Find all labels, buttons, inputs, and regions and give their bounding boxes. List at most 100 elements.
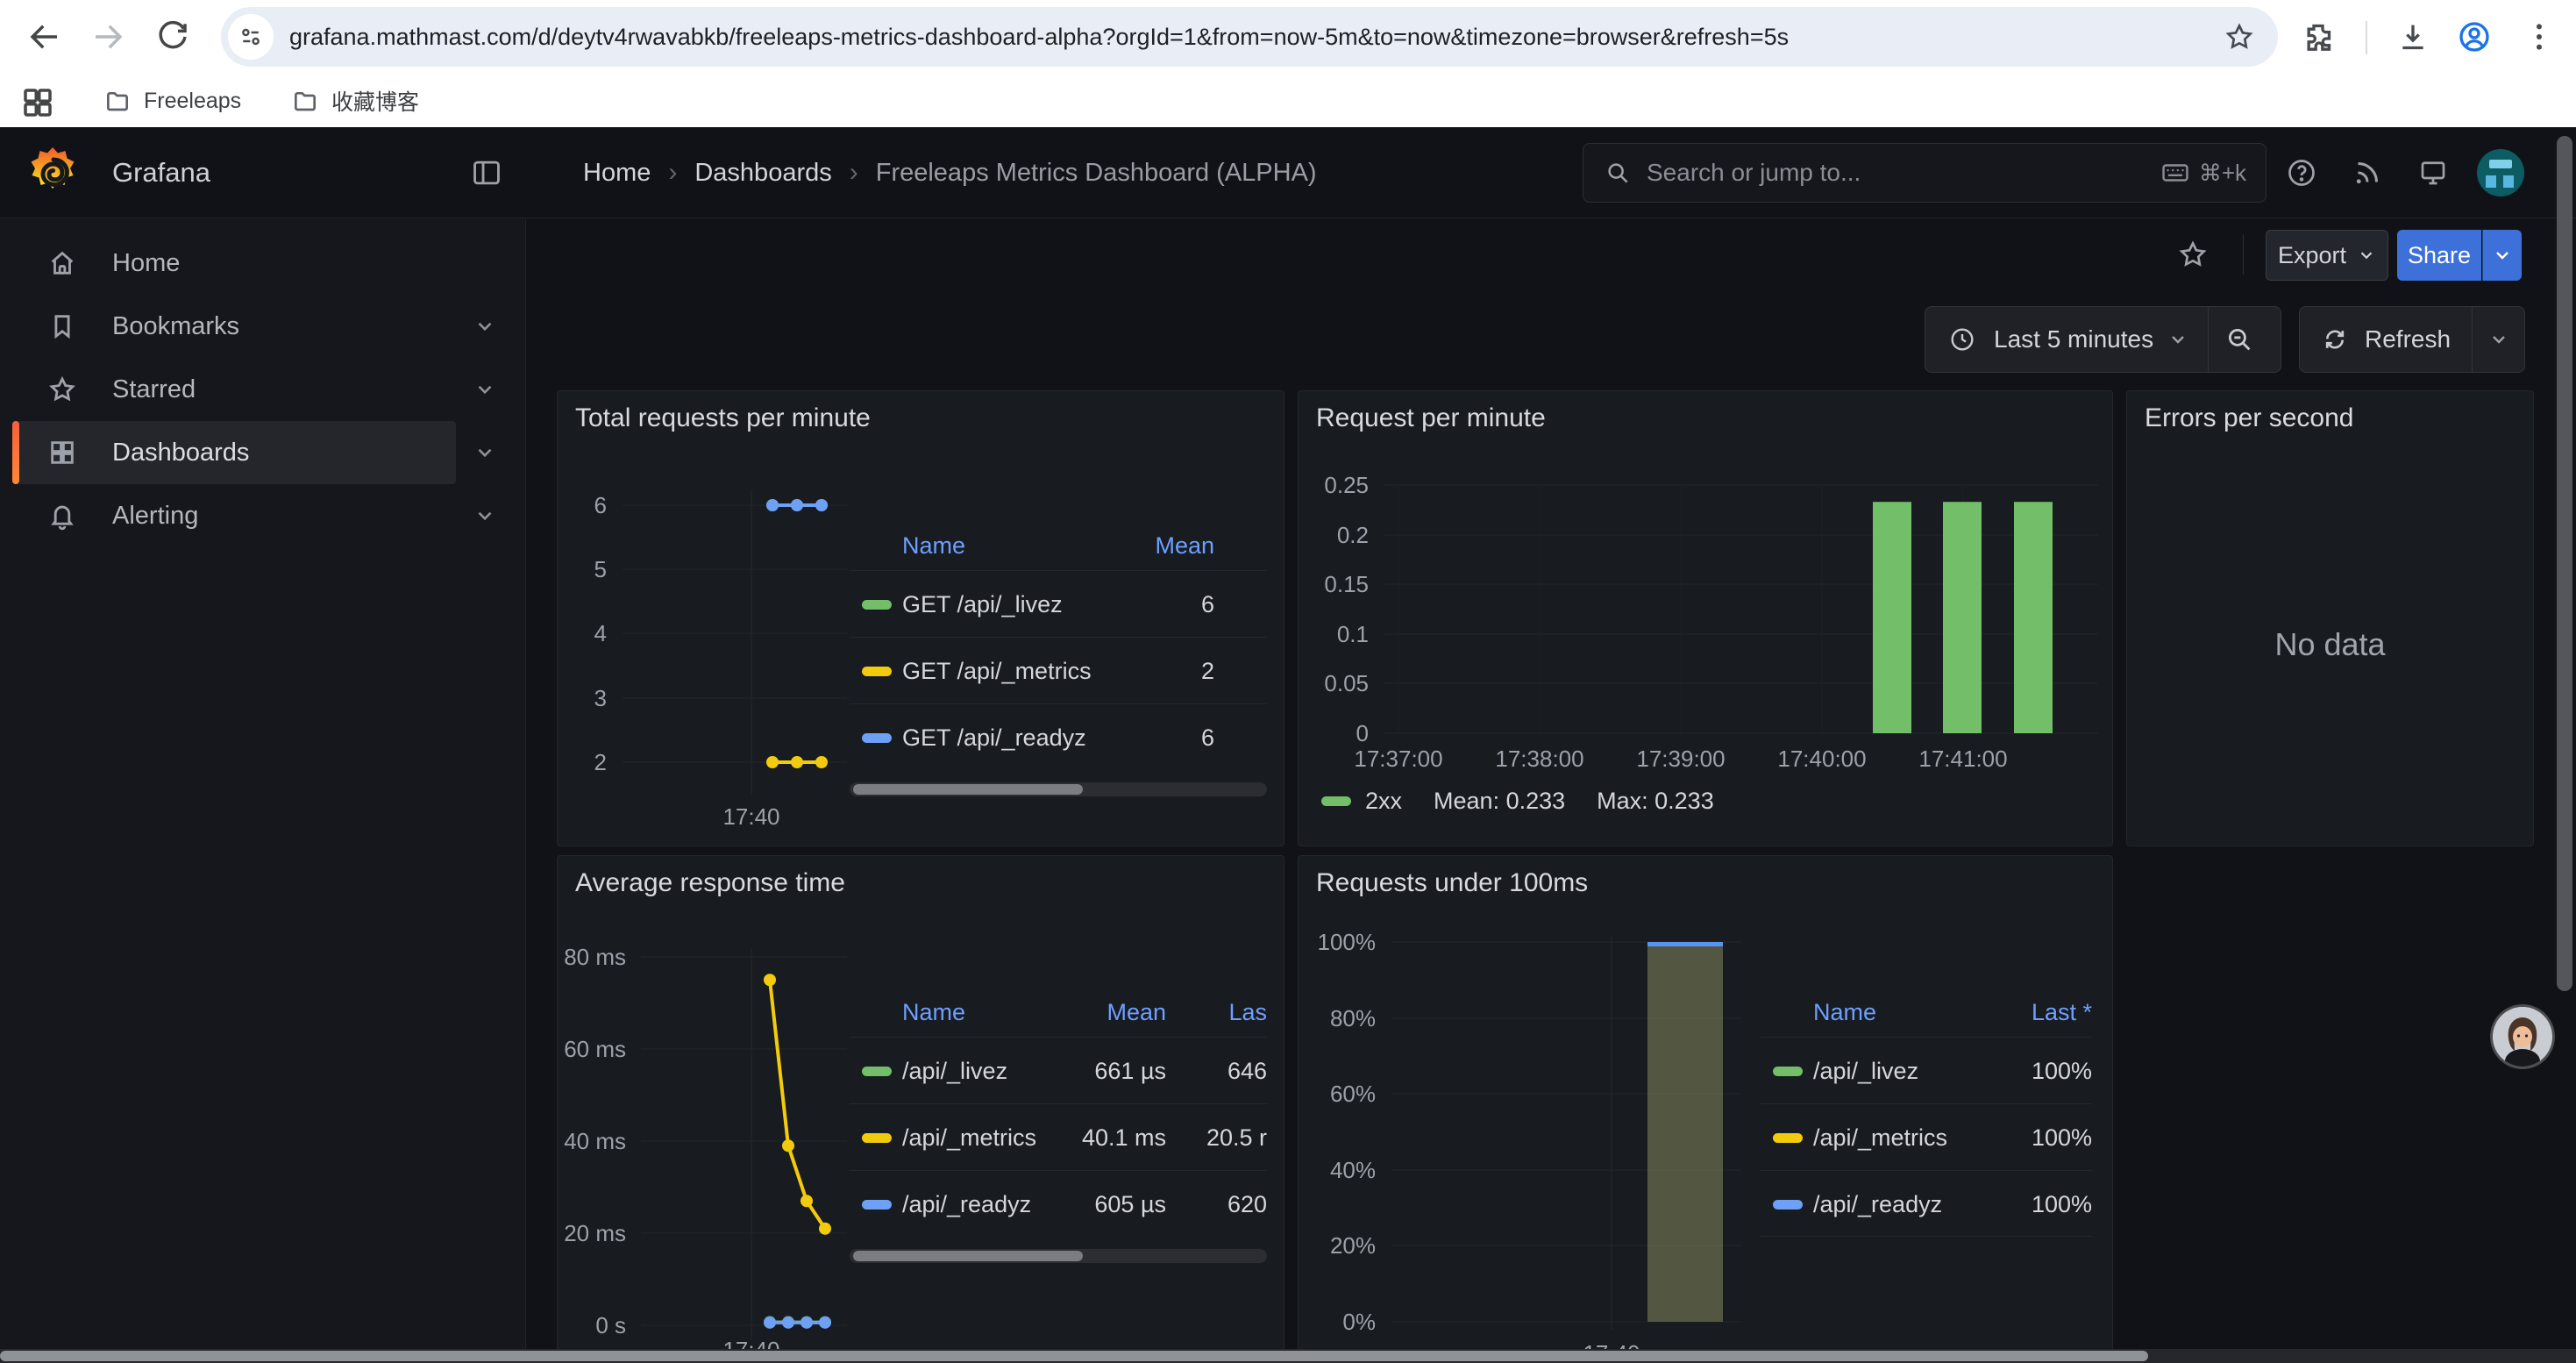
panel-title[interactable]: Average response time [575, 868, 845, 898]
panel-request-per-minute: Request per minute 0.250.20.150.10.05017… [1298, 390, 2113, 846]
legend-row[interactable]: /api/_readyz 100% [1761, 1170, 2092, 1237]
download-icon[interactable] [2395, 19, 2430, 54]
series-color-pill [1773, 1133, 1803, 1143]
grafana-logo[interactable] [25, 145, 81, 201]
actions-divider [2243, 234, 2244, 275]
news-rss-icon[interactable] [2352, 157, 2383, 189]
svg-text:4: 4 [594, 620, 607, 646]
svg-text:40%: 40% [1330, 1157, 1376, 1183]
breadcrumb-dashboards[interactable]: Dashboards [694, 159, 831, 188]
sidebar-nav: Home Bookmarks Starred Dashboards Alerti… [0, 219, 526, 1363]
col-name[interactable]: Name [902, 521, 965, 570]
bookmark-star-icon[interactable] [2224, 21, 2255, 53]
request-per-minute-chart[interactable]: 0.250.20.150.10.05017:37:0017:38:0017:39… [1299, 391, 2112, 846]
sidebar-item-alerting[interactable]: Alerting [12, 484, 456, 547]
chevron-down-icon [473, 315, 496, 338]
sidebar-item-home[interactable]: Home [12, 232, 456, 295]
browser-toolbar: grafana.mathmast.com/d/deytv4rwavabkb/fr… [0, 0, 2576, 74]
profile-icon[interactable] [2457, 19, 2492, 54]
sidebar-item-bookmarks[interactable]: Bookmarks [12, 295, 456, 358]
bookmarks-bar: Freeleaps 收藏博客 [0, 74, 2576, 127]
svg-text:3: 3 [594, 685, 607, 711]
floating-avatar[interactable] [2493, 1007, 2552, 1067]
bookmark-folder-freeleaps[interactable]: Freeleaps [91, 81, 253, 121]
svg-text:40 ms: 40 ms [564, 1128, 626, 1154]
bookmark-folder-blog[interactable]: 收藏博客 [279, 81, 431, 121]
site-settings-icon[interactable] [228, 14, 274, 60]
legend-row[interactable]: /api/_metrics 100% [1761, 1103, 2092, 1170]
chevron-down-icon [2488, 329, 2509, 350]
share-menu-button[interactable] [2482, 230, 2522, 281]
legend-max: Max: 0.233 [1597, 788, 1714, 815]
url-text[interactable]: grafana.mathmast.com/d/deytv4rwavabkb/fr… [289, 7, 1789, 67]
legend-row[interactable]: /api/_metrics 40.1 ms 20.5 r [850, 1103, 1267, 1170]
browser-reload-icon[interactable] [154, 18, 191, 55]
col-mean[interactable]: Mean [1107, 988, 1166, 1037]
panel-title[interactable]: Requests under 100ms [1316, 868, 1588, 898]
zoom-out-icon[interactable] [2224, 325, 2254, 354]
panel-title[interactable]: Errors per second [2145, 403, 2353, 433]
browser-back-icon[interactable] [26, 18, 63, 55]
sidebar-item-label: Alerting [112, 502, 198, 531]
horizontal-scrollbar-thumb[interactable] [0, 1351, 2148, 1361]
no-data-message: No data [2127, 626, 2533, 663]
refresh-icon [2321, 325, 2349, 353]
group-divider [2472, 307, 2473, 372]
panel-total-requests: Total requests per minute 6543217:40 Nam… [557, 390, 1284, 846]
time-range-label[interactable]: Last 5 minutes [1994, 325, 2153, 353]
user-avatar[interactable] [2477, 149, 2524, 196]
svg-text:0: 0 [1356, 720, 1369, 746]
panel-title[interactable]: Request per minute [1316, 403, 1546, 433]
breadcrumb-home[interactable]: Home [583, 159, 651, 188]
col-last[interactable]: Last * [2032, 988, 2092, 1037]
group-divider [2208, 307, 2209, 372]
refresh-label[interactable]: Refresh [2365, 325, 2451, 353]
svg-text:0%: 0% [1342, 1309, 1376, 1335]
legend-row[interactable]: /api/_readyz 605 µs 620 [850, 1170, 1267, 1237]
browser-forward-icon[interactable] [89, 18, 126, 55]
export-button[interactable]: Export [2266, 230, 2388, 281]
sidebar-item-starred[interactable]: Starred [12, 358, 456, 421]
extensions-icon[interactable] [2301, 19, 2336, 54]
search-input[interactable]: Search or jump to... ⌘+k [1583, 143, 2266, 203]
bookmark-label: Freeleaps [144, 89, 241, 114]
folder-icon [103, 87, 132, 115]
legend-scrollbar[interactable] [850, 782, 1267, 796]
scrollbar-thumb[interactable] [853, 784, 1083, 795]
apps-grid-icon[interactable] [19, 84, 53, 118]
panel-title[interactable]: Total requests per minute [575, 403, 871, 433]
col-name[interactable]: Name [1813, 988, 1876, 1037]
browser-menu-icon[interactable] [2522, 19, 2557, 54]
panel-requests-under-100ms: Requests under 100ms 100%80%60%40%20%0%1… [1298, 855, 2113, 1363]
col-mean[interactable]: Mean [1155, 521, 1214, 570]
series-color-pill [862, 1133, 892, 1143]
share-button[interactable]: Share [2397, 230, 2481, 281]
legend-row[interactable]: /api/_livez 661 µs 646 [850, 1037, 1267, 1103]
scrollbar-thumb[interactable] [853, 1251, 1083, 1261]
series-color-pill [1773, 1067, 1803, 1076]
monitor-icon[interactable] [2417, 157, 2449, 189]
col-name[interactable]: Name [902, 988, 965, 1037]
svg-text:0.25: 0.25 [1324, 472, 1369, 498]
vertical-scrollbar[interactable] [2557, 136, 2572, 991]
bookmark-label: 收藏博客 [331, 85, 419, 117]
chart-legend[interactable]: 2xx Mean: 0.233 Max: 0.233 [1321, 788, 1714, 815]
legend-row[interactable]: GET /api/_metrics 2 [850, 637, 1267, 703]
legend-row[interactable]: GET /api/_readyz 6 [850, 703, 1267, 770]
legend-row[interactable]: /api/_livez 100% [1761, 1037, 2092, 1103]
toolbar-divider [2366, 21, 2367, 54]
sidebar-item-label: Dashboards [112, 439, 249, 467]
brand-name: Grafana [112, 127, 210, 218]
dock-menu-icon[interactable] [470, 156, 503, 189]
legend-row[interactable]: GET /api/_livez 6 [850, 570, 1267, 637]
horizontal-scrollbar-track[interactable] [0, 1349, 2576, 1363]
chevron-down-icon [473, 504, 496, 527]
svg-text:17:38:00: 17:38:00 [1495, 746, 1583, 772]
sidebar-item-dashboards[interactable]: Dashboards [12, 421, 456, 484]
search-shortcut: ⌘+k [2160, 158, 2246, 188]
col-last[interactable]: Las [1228, 988, 1267, 1037]
favorite-dashboard-star-icon[interactable] [2177, 239, 2209, 270]
address-bar[interactable]: grafana.mathmast.com/d/deytv4rwavabkb/fr… [221, 7, 2278, 67]
help-icon[interactable] [2286, 157, 2317, 189]
legend-scrollbar[interactable] [850, 1249, 1267, 1263]
